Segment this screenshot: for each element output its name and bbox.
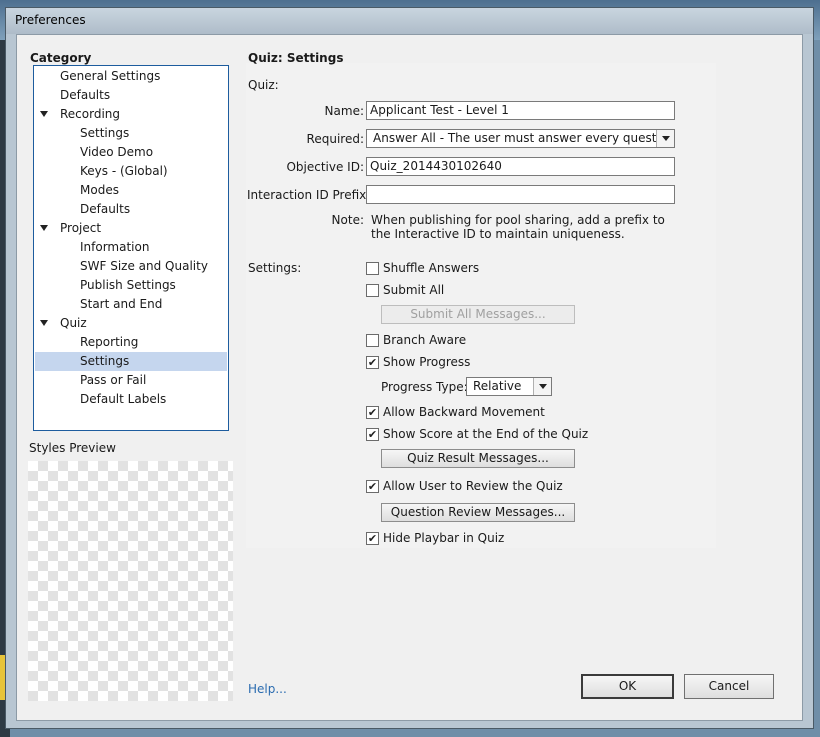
tree-item-label: Default Labels — [80, 392, 167, 406]
tree-item-label: Information — [80, 240, 150, 254]
objective-id-label: Objective ID: — [286, 160, 364, 174]
tree-item-label: Pass or Fail — [80, 373, 147, 387]
progress-type-label: Progress Type: — [381, 380, 468, 394]
chevron-down-icon — [539, 384, 547, 389]
tree-item-label: Keys - (Global) — [80, 164, 168, 178]
tree-item-reporting[interactable]: Reporting — [35, 333, 227, 352]
tree-item-default-labels[interactable]: Default Labels — [35, 390, 227, 409]
required-dropdown[interactable]: Answer All - The user must answer every … — [366, 129, 675, 148]
tree-item-label: Recording — [60, 107, 121, 121]
panel-heading: Quiz: Settings — [248, 51, 344, 65]
checkbox-box: ✔ — [366, 356, 379, 369]
quiz-section-label: Quiz: — [248, 78, 279, 92]
tree-item-video-demo[interactable]: Video Demo — [35, 143, 227, 162]
note-label: Note: — [331, 213, 364, 227]
tree-item-label: Start and End — [80, 297, 163, 311]
progress-type-dropdown[interactable]: Relative — [466, 377, 552, 396]
tree-item-quiz[interactable]: Quiz — [35, 314, 227, 333]
objective-id-input[interactable]: Quiz_2014430102640 — [366, 157, 675, 176]
checkbox-box: ✔ — [366, 532, 379, 545]
styles-preview-label: Styles Preview — [29, 441, 116, 455]
required-dropdown-button[interactable] — [656, 130, 674, 147]
tree-item-label: SWF Size and Quality — [80, 259, 208, 273]
chevron-down-icon — [662, 136, 670, 141]
tree-item-label: Project — [60, 221, 102, 235]
category-heading: Category — [30, 51, 92, 65]
tree-item-settings[interactable]: Settings — [35, 124, 227, 143]
tree-item-start-and-end[interactable]: Start and End — [35, 295, 227, 314]
tree-item-modes[interactable]: Modes — [35, 181, 227, 200]
allow-backward-movement-label: Allow Backward Movement — [383, 405, 545, 419]
tree-item-label: Defaults — [60, 88, 111, 102]
interaction-id-prefix-input[interactable] — [366, 185, 675, 204]
tree-item-settings[interactable]: Settings — [35, 352, 227, 371]
expand-arrow-icon[interactable] — [40, 225, 48, 231]
checkbox-box — [366, 334, 379, 347]
name-label: Name: — [324, 104, 364, 118]
submit-all-label: Submit All — [383, 283, 445, 297]
checkbox-box — [366, 262, 379, 275]
tree-item-defaults[interactable]: Defaults — [35, 200, 227, 219]
tree-item-label: Defaults — [80, 202, 131, 216]
tree-item-label: Modes — [80, 183, 119, 197]
expand-arrow-icon[interactable] — [40, 320, 48, 326]
tree-item-pass-or-fail[interactable]: Pass or Fail — [35, 371, 227, 390]
question-review-messages-button[interactable]: Question Review Messages... — [381, 503, 575, 522]
tree-item-keys-global[interactable]: Keys - (Global) — [35, 162, 227, 181]
note-text-line-1: When publishing for pool sharing, add a … — [371, 213, 665, 227]
help-link[interactable]: Help... — [248, 682, 287, 696]
required-label: Required: — [306, 132, 364, 146]
tree-item-label: Quiz — [60, 316, 87, 330]
required-dropdown-value: Answer All - The user must answer every … — [373, 131, 675, 145]
tree-item-publish-settings[interactable]: Publish Settings — [35, 276, 227, 295]
dialog-client-area: Category General Settings Defaults Recordi… — [16, 34, 803, 721]
tree-item-recording[interactable]: Recording — [35, 105, 227, 124]
tree-item-label: Publish Settings — [80, 278, 176, 292]
title-bar[interactable]: Preferences — [6, 8, 813, 34]
quiz-result-messages-button[interactable]: Quiz Result Messages... — [381, 449, 575, 468]
interaction-id-prefix-label: Interaction ID Prefix: — [247, 188, 371, 202]
ok-button[interactable]: OK — [581, 674, 674, 699]
tree-item-general-settings[interactable]: General Settings — [35, 67, 227, 86]
tree-item-information[interactable]: Information — [35, 238, 227, 257]
window-title: Preferences — [15, 13, 86, 27]
category-tree[interactable]: General Settings Defaults Recording Setting… — [33, 65, 229, 431]
tree-item-label: Video Demo — [80, 145, 154, 159]
checkbox-box: ✔ — [366, 480, 379, 493]
hide-playbar-label: Hide Playbar in Quiz — [383, 531, 505, 545]
settings-label: Settings: — [248, 261, 302, 275]
tree-item-project[interactable]: Project — [35, 219, 227, 238]
progress-type-dropdown-button[interactable] — [533, 378, 551, 395]
checkbox-box: ✔ — [366, 428, 379, 441]
progress-type-value: Relative — [473, 379, 522, 393]
show-progress-label: Show Progress — [383, 355, 471, 369]
shuffle-answers-label: Shuffle Answers — [383, 261, 480, 275]
submit-all-messages-button[interactable]: Submit All Messages... — [381, 305, 575, 324]
checkbox-box: ✔ — [366, 406, 379, 419]
branch-aware-label: Branch Aware — [383, 333, 467, 347]
styles-preview — [28, 461, 233, 701]
tree-item-swf-size-and-quality[interactable]: SWF Size and Quality — [35, 257, 227, 276]
tree-item-label: General Settings — [60, 69, 161, 83]
tree-item-label: Settings — [80, 126, 130, 140]
preferences-dialog: Preferences Category General Settings Def… — [5, 7, 814, 729]
tree-item-defaults[interactable]: Defaults — [35, 86, 227, 105]
tree-item-label: Settings — [80, 354, 130, 368]
cancel-button[interactable]: Cancel — [684, 674, 774, 699]
show-score-label: Show Score at the End of the Quiz — [383, 427, 589, 441]
expand-arrow-icon[interactable] — [40, 111, 48, 117]
tree-item-label: Reporting — [80, 335, 139, 349]
allow-review-label: Allow User to Review the Quiz — [383, 479, 563, 493]
checkbox-box — [366, 284, 379, 297]
note-text-line-2: the Interactive ID to maintain uniquenes… — [371, 227, 625, 241]
name-input[interactable]: Applicant Test - Level 1 — [366, 101, 675, 120]
